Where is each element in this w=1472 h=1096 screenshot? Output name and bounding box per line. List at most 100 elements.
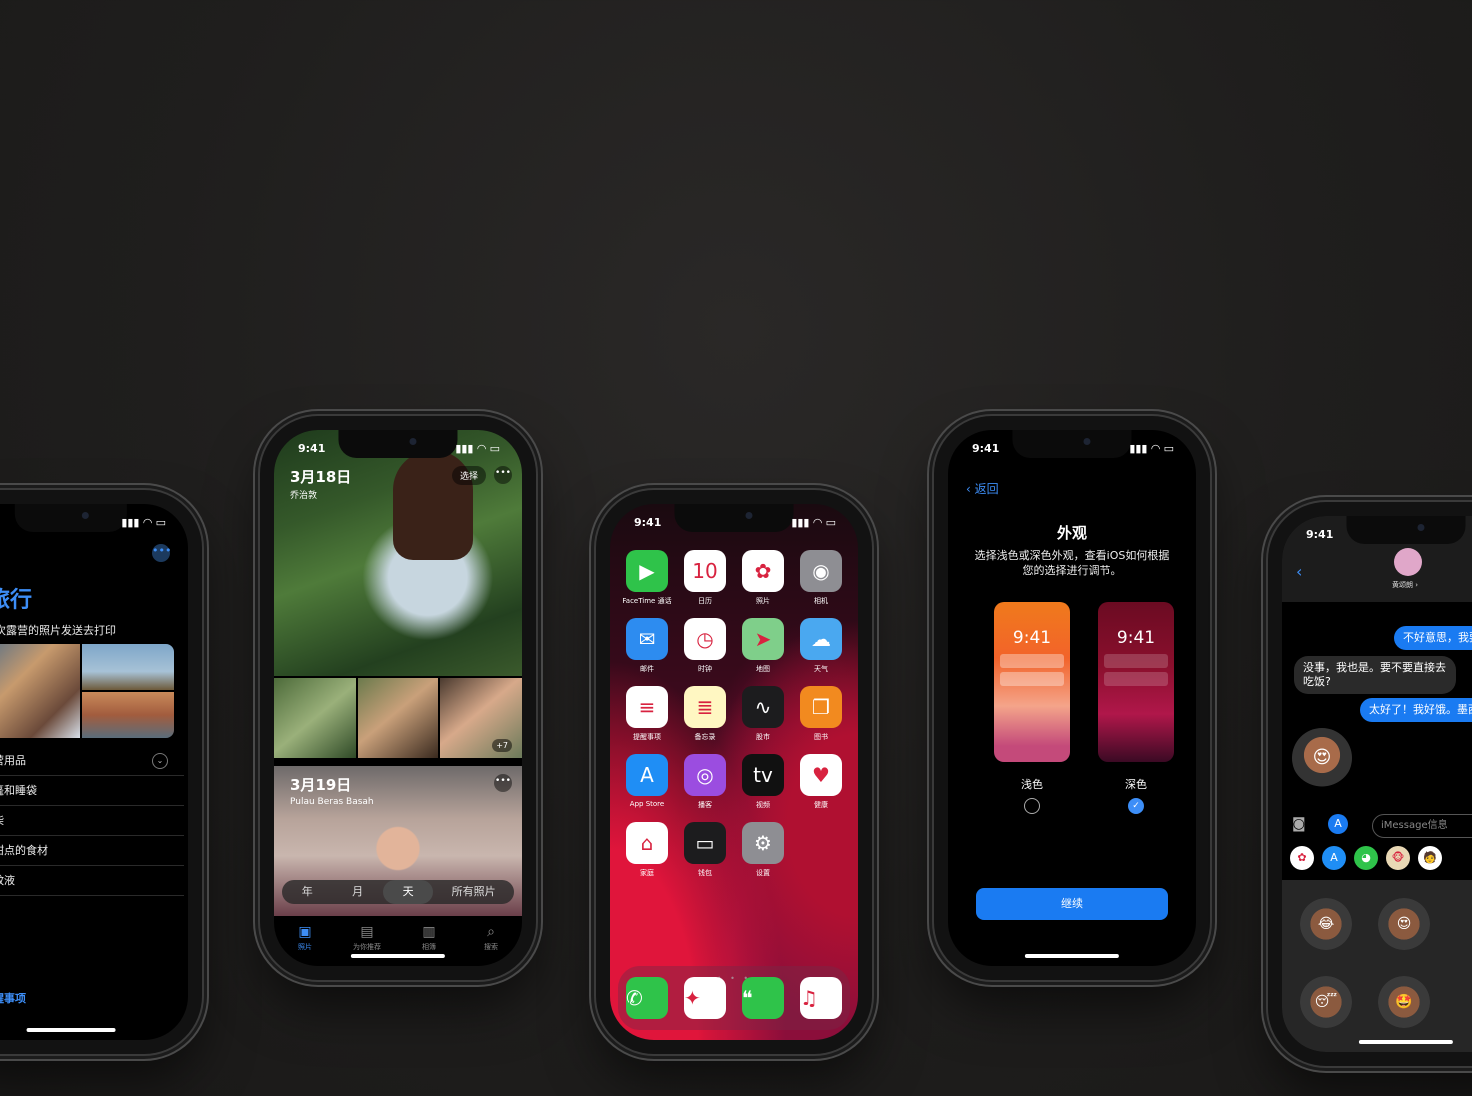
app-label: 视频	[756, 801, 770, 809]
back-button[interactable]: ‹ 返回	[966, 480, 999, 497]
segment-years[interactable]: 年	[282, 880, 332, 904]
photo-collage[interactable]	[0, 644, 174, 738]
segment-all-photos[interactable]: 所有照片	[433, 880, 514, 904]
app-icon[interactable]: ≡ 提醒事项	[618, 686, 676, 742]
tab-albums[interactable]: ▥ 相簿	[398, 924, 460, 964]
app-icon[interactable]: ❐ 图书	[792, 686, 850, 742]
more-icon[interactable]: •••	[494, 466, 512, 484]
app-icon[interactable]: ▭ 钱包	[676, 822, 734, 878]
status-bar: ▮▮▮ ◠ ▭	[0, 516, 166, 534]
app-icon[interactable]: ≣ 备忘录	[676, 686, 734, 742]
app-icon[interactable]: ◷ 时钟	[676, 618, 734, 674]
imessage-app-icon[interactable]: ✿	[1290, 846, 1314, 870]
app-glyph-icon: ▶	[626, 550, 668, 592]
app-icon[interactable]: ♥ 健康	[792, 754, 850, 810]
memoji-sticker[interactable]: 😍	[1378, 898, 1430, 950]
memoji-drawer: 😂 😍 😴 🤩	[1282, 880, 1472, 1052]
day-title: 3月18日	[290, 468, 352, 486]
light-preview[interactable]: 9:41	[994, 602, 1070, 762]
app-icon[interactable]: ▶ FaceTime 通话	[618, 550, 676, 606]
dark-preview[interactable]: 9:41	[1098, 602, 1174, 762]
segment-months[interactable]: 月	[332, 880, 382, 904]
more-icon[interactable]: •••	[494, 774, 512, 792]
chevron-down-icon[interactable]: ⌄	[152, 753, 168, 769]
memoji-sticker[interactable]: 😍	[1292, 728, 1352, 788]
app-icon[interactable]: ✿ 照片	[734, 550, 792, 606]
new-reminder-button[interactable]: 提醒事项	[0, 990, 26, 1006]
app-icon[interactable]: ⌂ 家庭	[618, 822, 676, 878]
message-bubble-sent[interactable]: 不好意思，我要	[1394, 626, 1472, 650]
back-chevron-icon[interactable]: ‹	[1296, 562, 1302, 581]
imessage-app-icon[interactable]: ◕	[1354, 846, 1378, 870]
phone-photos: 9:41 ▮▮▮ ◠ ▭ 3月18日 乔治敦 选择 ••• +7 3月19日 P…	[260, 416, 536, 980]
albums-icon: ▥	[422, 924, 436, 940]
reminder-item[interactable]: 木柴	[0, 806, 184, 836]
avatar[interactable]	[1394, 548, 1422, 576]
camera-icon[interactable]: ◙	[1292, 816, 1306, 832]
preview-time: 9:41	[1116, 628, 1156, 648]
app-icon[interactable]: ☁ 天气	[792, 618, 850, 674]
photo-thumbnail[interactable]	[358, 678, 438, 758]
more-options-icon[interactable]: •••	[152, 544, 171, 562]
app-icon[interactable]: A App Store	[618, 754, 676, 810]
app-glyph-icon: ➤	[742, 618, 784, 660]
app-label: 相机	[814, 597, 828, 605]
app-store-icon[interactable]: A	[1328, 814, 1348, 834]
photo-thumbnail[interactable]: +7	[440, 678, 522, 758]
app-label: 家庭	[640, 869, 654, 877]
imessage-app-icon[interactable]: 🧑	[1418, 846, 1442, 870]
imessage-app-icon[interactable]: A	[1322, 846, 1346, 870]
status-icons: ▮▮▮ ◠ ▭	[455, 442, 500, 455]
message-bubble-sent[interactable]: 太好了！我好饿。墨西哥	[1360, 698, 1472, 722]
home-indicator[interactable]	[1024, 954, 1120, 958]
contact-name[interactable]: 黄颂朗 ›	[1392, 580, 1418, 590]
app-glyph-icon: ⌂	[626, 822, 668, 864]
dark-radio-check-icon[interactable]: ✓	[1128, 798, 1144, 814]
app-icon[interactable]: ➤ 地图	[734, 618, 792, 674]
imessage-app-icon[interactable]: 🐵	[1386, 846, 1410, 870]
reminder-item[interactable]: 露营用品⌄	[0, 746, 184, 776]
dark-option[interactable]: 深色 ✓	[1098, 776, 1174, 814]
app-icon[interactable]: tv 视频	[734, 754, 792, 810]
light-radio[interactable]	[1024, 798, 1040, 814]
app-icon[interactable]: ◎ 播客	[676, 754, 734, 810]
app-label: 照片	[756, 597, 770, 605]
home-indicator[interactable]	[1358, 1040, 1454, 1044]
reminder-item[interactable]: 防蚊液	[0, 866, 184, 896]
home-indicator[interactable]	[350, 954, 446, 958]
memoji-sticker[interactable]: 😴	[1300, 976, 1352, 1028]
tab-photos[interactable]: ▣ 照片	[274, 924, 336, 964]
app-glyph-icon: ▭	[684, 822, 726, 864]
app-icon[interactable]: ◉ 相机	[792, 550, 850, 606]
app-icon[interactable]: ⚙ 设置	[734, 822, 792, 878]
continue-button[interactable]: 继续	[976, 888, 1168, 920]
light-option[interactable]: 浅色	[994, 776, 1070, 814]
message-bubble-received[interactable]: 没事，我也是。要不要直接去吃饭?	[1294, 656, 1456, 694]
tab-for-you[interactable]: ▤ 为你推荐	[336, 924, 398, 964]
reminders-screen: ▮▮▮ ◠ ▭ ••• 旅行 一次露营的照片发送去打印 露营用品⌄ 帐篷和睡袋 …	[0, 504, 188, 1040]
phone-icon[interactable]: ✆	[626, 977, 668, 1019]
reminder-item[interactable]: 做甜点的食材	[0, 836, 184, 866]
safari-icon[interactable]: ✦	[684, 977, 726, 1019]
preview-notification	[1104, 672, 1168, 686]
app-icon[interactable]: ✉ 邮件	[618, 618, 676, 674]
home-indicator[interactable]	[26, 1028, 116, 1032]
app-label: 健康	[814, 801, 828, 809]
app-icon[interactable]: ∿ 股市	[734, 686, 792, 742]
phone-appearance-setup: 9:41 ▮▮▮ ◠ ▭ ‹ 返回 外观 选择浅色或深色外观，查看iOS如何根据…	[934, 416, 1210, 980]
tab-search[interactable]: ⌕ 搜索	[460, 924, 522, 964]
photo-thumbnail[interactable]	[274, 678, 356, 758]
music-icon[interactable]: ♫	[800, 977, 842, 1019]
memoji-sticker[interactable]: 😂	[1300, 898, 1352, 950]
reminder-note[interactable]: 一次露营的照片发送去打印	[0, 622, 116, 638]
segment-days[interactable]: 天	[382, 880, 434, 904]
memoji-sticker[interactable]: 🤩	[1378, 976, 1430, 1028]
select-button[interactable]: 选择	[451, 466, 486, 485]
app-label: 天气	[814, 665, 828, 673]
app-icon[interactable]: 10 日历	[676, 550, 734, 606]
messages-icon[interactable]: ❝	[742, 977, 784, 1019]
dark-label: 深色	[1125, 778, 1147, 791]
reminder-item[interactable]: 帐篷和睡袋	[0, 776, 184, 806]
message-input[interactable]: iMessage信息	[1372, 814, 1472, 838]
app-glyph-icon: ☁	[800, 618, 842, 660]
